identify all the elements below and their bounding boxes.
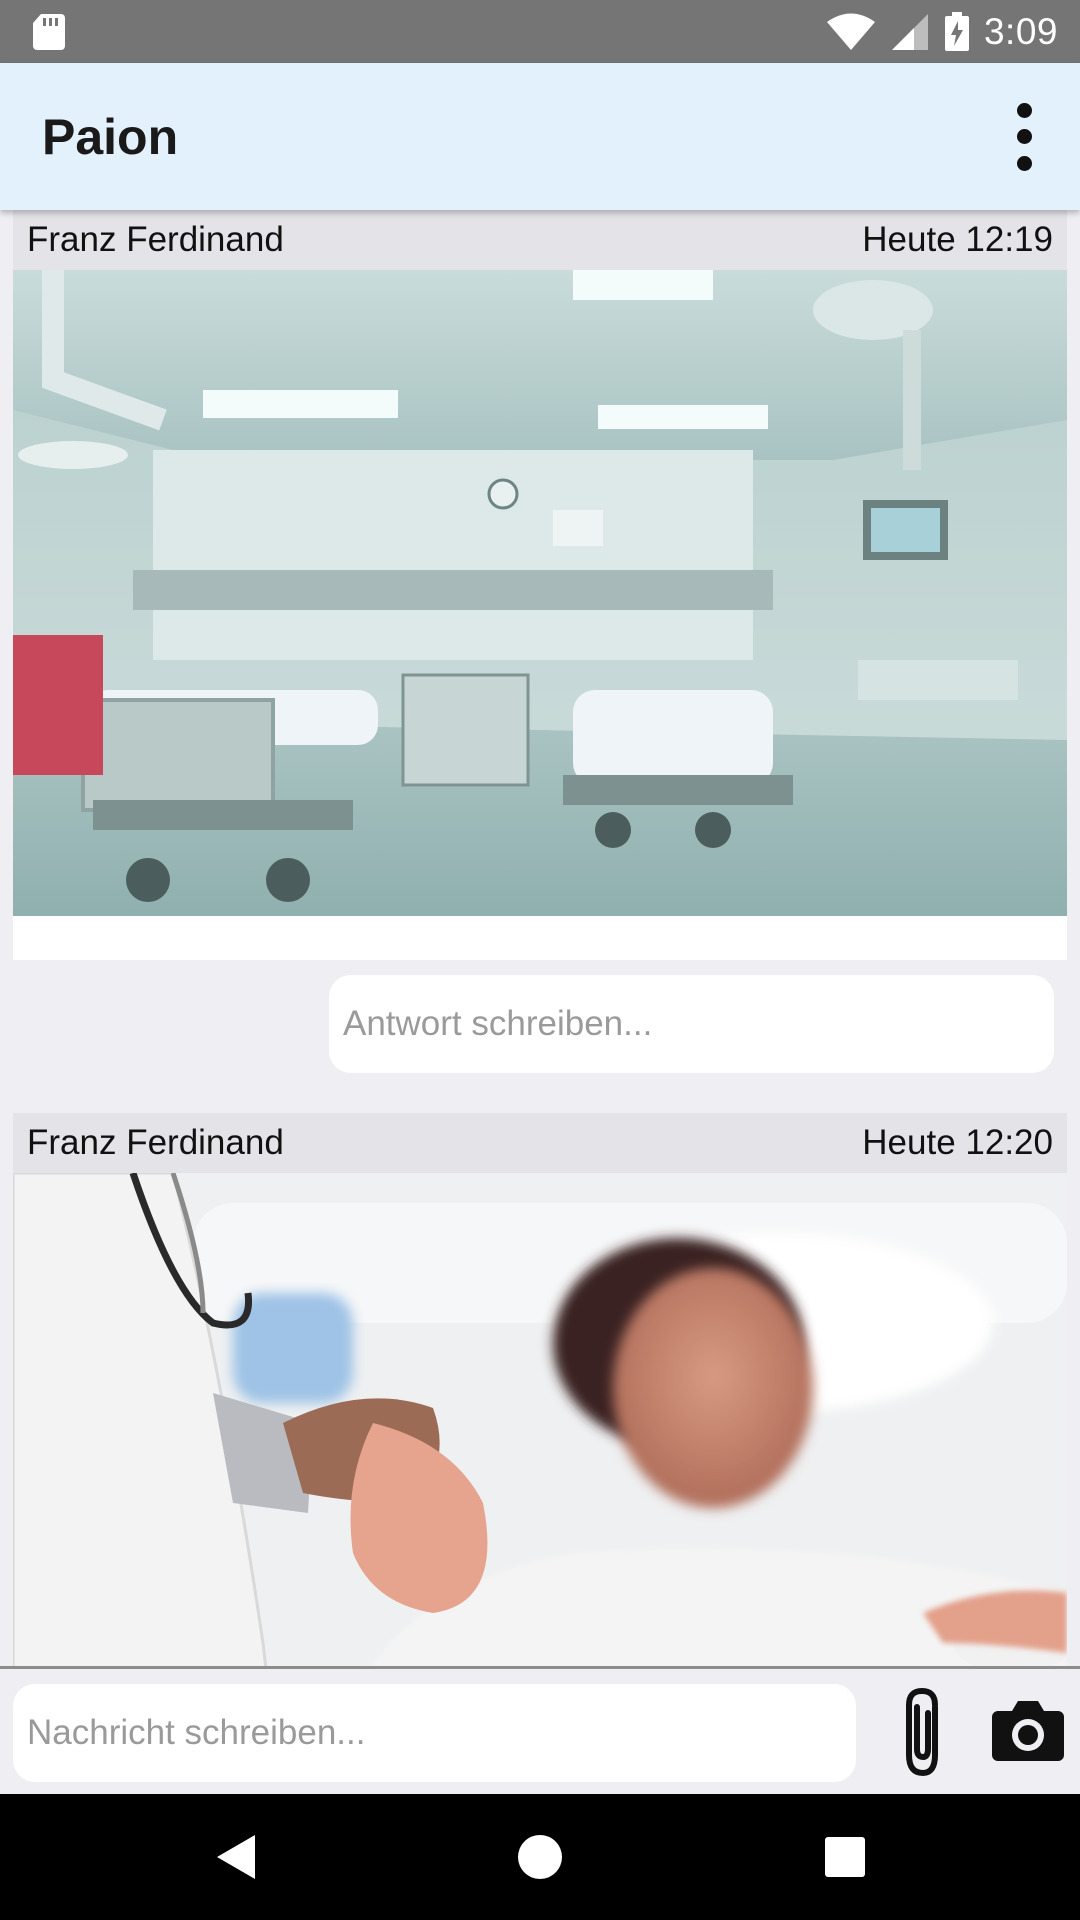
battery-charging-icon bbox=[944, 11, 969, 51]
back-icon[interactable] bbox=[205, 1827, 265, 1887]
message-composer: Nachricht schreiben... bbox=[0, 1666, 1080, 1794]
status-time: 3:09 bbox=[983, 10, 1058, 52]
message-input[interactable]: Nachricht schreiben... bbox=[13, 1684, 856, 1782]
message-author: Franz Ferdinand bbox=[27, 1123, 284, 1162]
navigation-bar bbox=[0, 1794, 1080, 1920]
more-vert-icon[interactable] bbox=[1004, 97, 1044, 177]
sd-card-icon bbox=[33, 13, 65, 50]
status-bar: 3:09 bbox=[0, 0, 1080, 63]
doctor-patient-image[interactable] bbox=[13, 1173, 1067, 1666]
app-bar: Paion bbox=[0, 63, 1080, 210]
message-header: Franz Ferdinand Heute 12:19 bbox=[13, 210, 1067, 270]
paperclip-icon[interactable] bbox=[895, 1685, 955, 1781]
camera-icon[interactable] bbox=[990, 1697, 1066, 1763]
home-icon[interactable] bbox=[510, 1827, 570, 1887]
message-author: Franz Ferdinand bbox=[27, 220, 284, 259]
hospital-room-image[interactable] bbox=[13, 270, 1067, 916]
message-card: Franz Ferdinand Heute 12:19 bbox=[13, 210, 1067, 960]
message-time: Heute 12:20 bbox=[862, 1123, 1053, 1162]
recents-icon[interactable] bbox=[815, 1827, 875, 1887]
signal-icon bbox=[891, 13, 928, 50]
wifi-icon bbox=[826, 13, 875, 50]
message-feed[interactable]: Franz Ferdinand Heute 12:19 Antwort schr… bbox=[0, 210, 1080, 1666]
reply-input[interactable]: Antwort schreiben... bbox=[329, 975, 1054, 1073]
app-title: Paion bbox=[42, 108, 179, 165]
message-card: Franz Ferdinand Heute 12:20 bbox=[13, 1113, 1067, 1666]
message-time: Heute 12:19 bbox=[862, 220, 1053, 259]
message-header: Franz Ferdinand Heute 12:20 bbox=[13, 1113, 1067, 1173]
